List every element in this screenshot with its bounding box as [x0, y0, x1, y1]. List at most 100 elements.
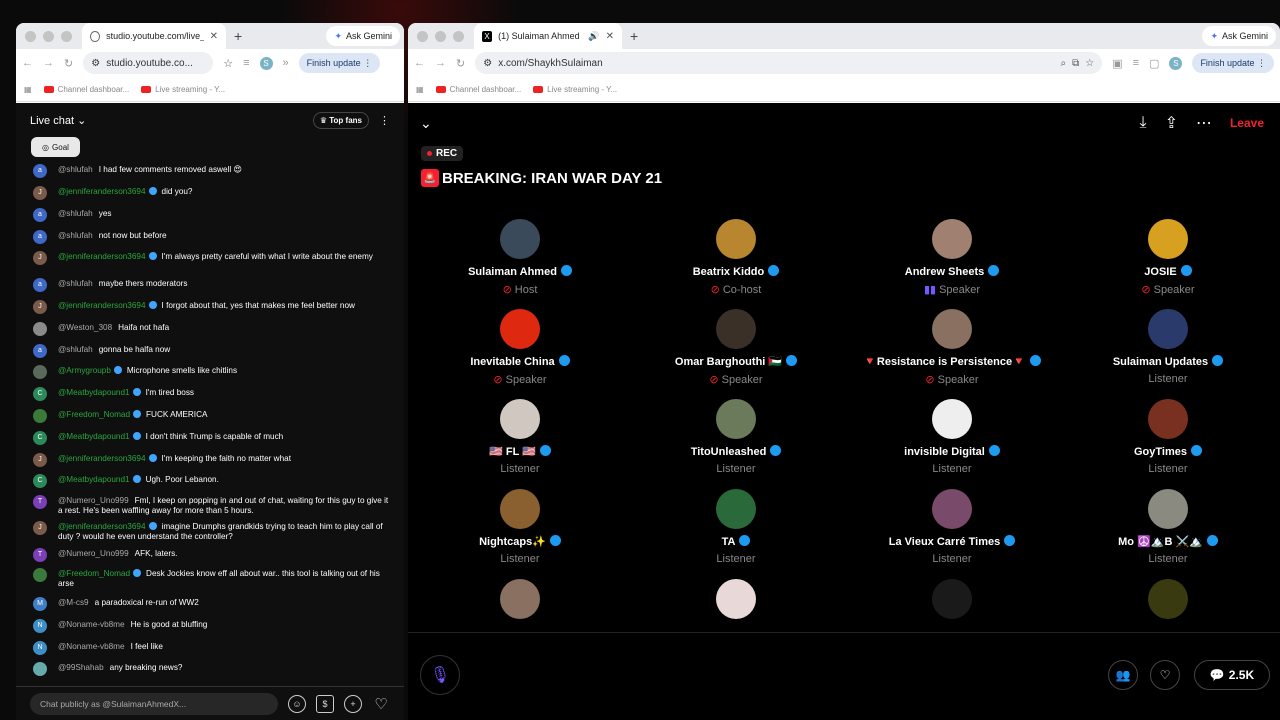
participant[interactable]: TitoUnleashed Listener — [628, 399, 844, 475]
message-author[interactable]: @jenniferanderson3694 — [58, 252, 146, 261]
goal-button[interactable]: ◎ Goal — [31, 137, 80, 157]
live-chat-dropdown[interactable]: Live chat ⌄ — [30, 114, 86, 127]
message-author[interactable]: @jenniferanderson3694 — [58, 522, 146, 531]
people-button[interactable]: 👥 — [1108, 660, 1138, 690]
reaction-button[interactable]: ♡ — [1150, 660, 1180, 690]
participant[interactable]: Sulaiman Ahmed ⊘ Host — [412, 219, 628, 296]
emoji-icon[interactable]: ☺ — [288, 694, 306, 713]
avatar[interactable]: C — [33, 474, 47, 488]
close-tab-icon[interactable]: ✕ — [210, 31, 218, 42]
message-author[interactable]: @shlufah — [58, 209, 93, 218]
chat-input[interactable]: Chat publicly as @SulaimanAhmedX... — [30, 692, 278, 715]
participant[interactable] — [628, 579, 844, 619]
more-chevrons-icon[interactable]: » — [283, 57, 289, 69]
bookmark-star-icon[interactable]: ☆ — [1085, 58, 1094, 69]
bookmark-item[interactable]: Live streaming - Y... — [533, 85, 617, 94]
back-arrow-icon[interactable]: ← — [414, 57, 425, 69]
avatar[interactable]: C — [33, 431, 47, 445]
avatar[interactable]: a — [33, 278, 47, 292]
participant-avatar[interactable] — [932, 489, 972, 529]
message-author[interactable]: @Weston_308 — [58, 323, 112, 332]
extensions-icon[interactable]: ▢ — [1149, 57, 1159, 70]
ask-gemini-button[interactable]: ✦ Ask Gemini — [1202, 26, 1276, 46]
message-author[interactable]: @Freedom_Nomad — [58, 569, 130, 578]
close-window-button[interactable] — [417, 30, 428, 42]
comments-count-button[interactable]: 💬 2.5K — [1194, 660, 1270, 690]
minimize-window-button[interactable] — [43, 30, 54, 42]
top-fans-button[interactable]: ♛ Top fans — [312, 111, 369, 129]
avatar[interactable]: J — [33, 521, 47, 535]
participant-avatar[interactable] — [932, 309, 972, 349]
participant-avatar[interactable] — [716, 399, 756, 439]
address-bar[interactable]: ⚙ x.com/ShaykhSulaiman ⌕ ⧉ ☆ — [475, 52, 1103, 74]
profile-avatar[interactable]: S — [259, 56, 273, 70]
participant-avatar[interactable] — [1148, 489, 1188, 529]
participant-avatar[interactable] — [932, 579, 972, 619]
avatar[interactable]: J — [33, 453, 47, 467]
message-author[interactable]: @Numero_Uno999 — [58, 549, 129, 558]
reading-list-icon[interactable]: ≡ — [1133, 57, 1139, 69]
site-settings-icon[interactable]: ⚙ — [91, 58, 100, 69]
message-author[interactable]: @M-cs9 — [58, 598, 89, 607]
message-author[interactable]: @Noname-vb8me — [58, 642, 125, 651]
maximize-window-button[interactable] — [61, 30, 72, 42]
tab-x-profile[interactable]: X (1) Sulaiman Ahmed (@Sh 🔊 ✕ — [474, 23, 622, 49]
participant-avatar[interactable] — [500, 579, 540, 619]
ask-gemini-button[interactable]: ✦ Ask Gemini — [326, 26, 400, 46]
new-tab-button[interactable]: + — [234, 28, 242, 44]
split-view-icon[interactable]: ▣ — [1112, 57, 1122, 70]
chevron-down-icon[interactable]: ⌄ — [420, 115, 432, 132]
avatar[interactable]: T — [33, 548, 47, 562]
close-tab-icon[interactable]: ✕ — [606, 31, 614, 42]
participant-avatar[interactable] — [716, 579, 756, 619]
finish-update-button[interactable]: Finish update ⋮ — [298, 53, 381, 73]
avatar[interactable]: a — [33, 164, 47, 178]
super-chat-icon[interactable]: $ — [316, 694, 334, 713]
avatar[interactable]: N — [33, 619, 47, 633]
profile-avatar[interactable]: S — [1169, 56, 1183, 70]
participant[interactable]: Mo ☮️🏔️B ⚔️🏔️ Listener — [1060, 489, 1276, 565]
minimize-window-button[interactable] — [435, 30, 446, 42]
participant-avatar[interactable] — [716, 309, 756, 349]
reading-list-icon[interactable]: ≡ — [243, 57, 249, 69]
message-author[interactable]: @Meatbydapound1 — [58, 475, 130, 484]
participant[interactable] — [844, 579, 1060, 619]
participant[interactable]: 🇺🇸 FL 🇺🇸 Listener — [412, 399, 628, 475]
participant-avatar[interactable] — [1148, 219, 1188, 259]
message-author[interactable]: @shlufah — [58, 165, 93, 174]
avatar[interactable]: J — [33, 186, 47, 200]
message-author[interactable]: @Numero_Uno999 — [58, 496, 129, 505]
participant-avatar[interactable] — [500, 399, 540, 439]
avatar[interactable]: J — [33, 300, 47, 314]
install-icon[interactable]: ⧉ — [1072, 58, 1079, 69]
participant[interactable]: GoyTimes Listener — [1060, 399, 1276, 475]
participant[interactable]: JOSIE ⊘ Speaker — [1060, 219, 1276, 296]
avatar[interactable] — [33, 409, 47, 423]
message-author[interactable]: @Meatbydapound1 — [58, 432, 130, 441]
close-window-button[interactable] — [25, 30, 36, 42]
participant-avatar[interactable] — [1148, 579, 1188, 619]
minimize-icon[interactable]: ⤓ — [1139, 114, 1146, 132]
heart-icon[interactable]: ♡ — [372, 695, 390, 713]
message-author[interactable]: @shlufah — [58, 345, 93, 354]
avatar[interactable] — [33, 662, 47, 676]
message-author[interactable]: @99Shahab — [58, 663, 104, 672]
forward-arrow-icon[interactable]: → — [435, 57, 446, 69]
participant-avatar[interactable] — [500, 309, 540, 349]
participant[interactable]: La Vieux Carré Times Listener — [844, 489, 1060, 565]
avatar[interactable]: C — [33, 387, 47, 401]
bookmark-item[interactable]: Channel dashboar... — [435, 85, 521, 94]
participant[interactable]: invisible Digital Listener — [844, 399, 1060, 475]
participant-avatar[interactable] — [1148, 309, 1188, 349]
avatar[interactable]: T — [33, 495, 47, 509]
back-arrow-icon[interactable]: ← — [22, 57, 33, 69]
participant-avatar[interactable] — [716, 219, 756, 259]
avatar[interactable]: M — [33, 597, 47, 611]
message-author[interactable]: @Armygroupb — [58, 366, 111, 375]
message-author[interactable]: @Meatbydapound1 — [58, 388, 130, 397]
reload-icon[interactable]: ↻ — [64, 57, 73, 70]
avatar[interactable]: N — [33, 641, 47, 655]
new-tab-button[interactable]: + — [630, 28, 638, 44]
participant[interactable]: Andrew Sheets ▮▮ Speaker — [844, 219, 1060, 296]
message-author[interactable]: @shlufah — [58, 279, 93, 288]
